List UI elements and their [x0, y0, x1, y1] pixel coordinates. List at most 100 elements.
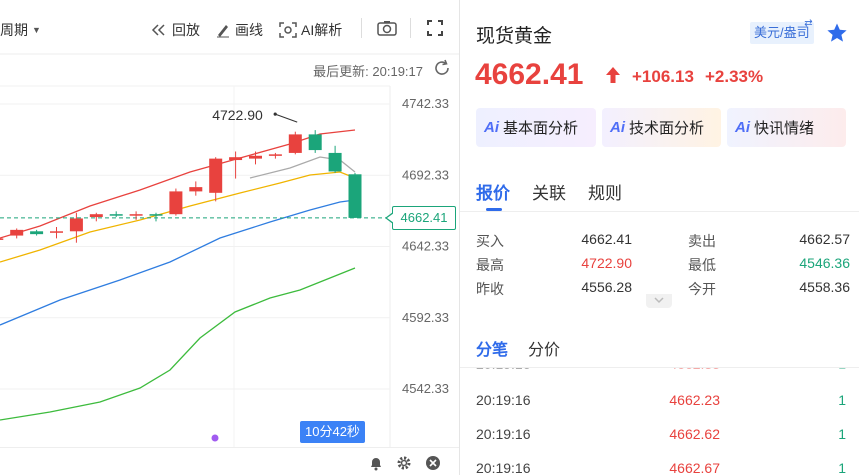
y-tick-label: 4742.33	[402, 96, 449, 111]
trade-volume: 1	[838, 460, 846, 475]
prev-close-value: 4556.28	[581, 279, 632, 295]
toolbar-divider	[410, 18, 411, 38]
replay-label: 回放	[172, 22, 200, 38]
quote-row: 买入 4662.41 卖出 4662.57	[476, 228, 850, 252]
caret-down-icon: ▼	[32, 25, 41, 35]
trade-subtabs: 分笔 分价	[476, 336, 560, 360]
trade-row-partial: 20:19:164662.351	[460, 368, 859, 380]
y-tick-label: 4542.33	[402, 381, 449, 396]
prev-close-label: 昨收	[476, 281, 504, 297]
trade-price: 4662.67	[669, 460, 720, 475]
trade-time: 20:19:16	[476, 460, 531, 475]
candle-body	[0, 238, 4, 240]
kline-chart-panel: 4742.33 4692.33 4642.33 4592.33 4542.33 4722.…	[0, 0, 459, 475]
candle-body	[308, 134, 322, 151]
trade-price: 4662.62	[669, 426, 720, 442]
candle-body	[50, 231, 63, 233]
trade-volume: 1	[838, 392, 846, 408]
rewind-icon	[151, 24, 165, 36]
ask-value: 4662.57	[799, 231, 850, 247]
tab-related[interactable]: 关联	[532, 179, 566, 204]
candle-body	[328, 152, 342, 172]
trade-time: 20:19:16	[476, 392, 531, 408]
trade-row: 20:19:16 4662.67 1	[460, 450, 859, 475]
gear-icon[interactable]	[396, 455, 412, 471]
quote-grid: 买入 4662.41 卖出 4662.57 最高 4722.90 最低 4546…	[476, 228, 850, 300]
candle-body	[149, 214, 163, 216]
refresh-icon[interactable]	[433, 59, 451, 77]
y-tick-label: 4642.33	[402, 239, 449, 254]
ai-logo-icon: Ai	[735, 119, 750, 136]
trade-volume: 1	[838, 426, 846, 442]
quote-info-panel: 现货黄金 美元/盎司 ⇄ 4662.41 +106.13 +2.33% Ai 基…	[459, 0, 859, 475]
camera-icon	[377, 21, 397, 36]
quote-tabs: 报价 关联 规则	[476, 179, 622, 204]
news-sentiment-button[interactable]: Ai 快讯情绪	[727, 108, 846, 147]
tab-price-distribution[interactable]: 分价	[528, 336, 560, 360]
screenshot-button[interactable]	[377, 20, 397, 36]
unit-badge[interactable]: 美元/盎司 ⇄	[750, 18, 814, 44]
candle-body	[189, 187, 203, 192]
instrument-title: 现货黄金	[476, 26, 553, 47]
low-label: 最低	[688, 257, 716, 273]
last-price: 4662.41	[475, 58, 584, 91]
y-tick-label: 4692.33	[402, 167, 449, 182]
period-selector[interactable]: 周期 ▼	[0, 20, 41, 40]
divider	[460, 211, 859, 212]
last-update-text: 最后更新: 20:19:17	[313, 64, 423, 79]
candle-body	[229, 157, 243, 161]
chart-bottom-bar	[0, 447, 459, 475]
ask-label: 卖出	[688, 233, 716, 249]
technical-analysis-button[interactable]: Ai 技术面分析	[602, 108, 721, 147]
candle-body	[249, 155, 262, 159]
technical-analysis-label: 技术面分析	[629, 120, 705, 137]
ma-line-green	[0, 267, 356, 421]
y-tick-label: 4592.33	[402, 310, 449, 325]
candle-body	[169, 191, 183, 215]
candle-countdown: 10分42秒	[300, 421, 365, 443]
fullscreen-icon	[427, 20, 443, 36]
favorite-star-icon[interactable]	[826, 22, 848, 44]
tab-rules[interactable]: 规则	[588, 179, 622, 204]
candle-body	[268, 154, 282, 156]
open-value: 4558.36	[799, 279, 850, 295]
high-annotation-label: 4722.90	[212, 107, 263, 123]
trade-time: 20:19:16	[476, 426, 531, 442]
candle-body	[10, 229, 24, 236]
chevron-down-icon	[654, 297, 664, 304]
price-change-percent: +2.33%	[705, 67, 764, 86]
low-value: 4546.36	[799, 255, 850, 271]
tab-ticks[interactable]: 分笔	[476, 336, 508, 360]
ma-line-blue	[0, 199, 356, 326]
close-icon[interactable]	[425, 455, 441, 471]
bell-icon[interactable]	[368, 455, 384, 471]
toolbar-divider	[361, 18, 362, 38]
candle-body	[288, 134, 302, 153]
high-value: 4722.90	[581, 255, 632, 271]
high-annotation-dot	[273, 112, 277, 116]
replay-button[interactable]: 回放	[150, 20, 200, 40]
fundamental-analysis-button[interactable]: Ai 基本面分析	[476, 108, 596, 147]
tab-quote[interactable]: 报价	[476, 179, 510, 204]
draw-line-button[interactable]: 画线	[215, 20, 263, 40]
candle-body	[89, 214, 103, 218]
arrow-up-icon	[606, 67, 620, 83]
trade-price: 4662.23	[669, 392, 720, 408]
high-label: 最高	[476, 257, 504, 273]
trade-list[interactable]: 20:19:164662.351 20:19:16 4662.23 1 20:1…	[460, 368, 859, 475]
price-change: +106.13	[632, 67, 694, 86]
period-label: 周期	[0, 22, 28, 38]
high-annotation-pointer	[275, 113, 298, 123]
trade-row: 20:19:16 4662.23 1	[460, 382, 859, 416]
collapse-toggle[interactable]	[646, 294, 672, 308]
quote-row: 最高 4722.90 最低 4546.36	[476, 252, 850, 276]
pen-icon	[217, 25, 229, 38]
candle-body	[109, 214, 123, 216]
candle-body	[348, 174, 362, 218]
event-marker-dot	[211, 434, 219, 442]
bid-label: 买入	[476, 233, 504, 249]
ai-analysis-button[interactable]: AI解析	[279, 20, 342, 40]
fullscreen-button[interactable]	[427, 20, 443, 36]
ai-label: AI解析	[301, 22, 343, 38]
unit-label: 美元/盎司	[754, 25, 810, 40]
